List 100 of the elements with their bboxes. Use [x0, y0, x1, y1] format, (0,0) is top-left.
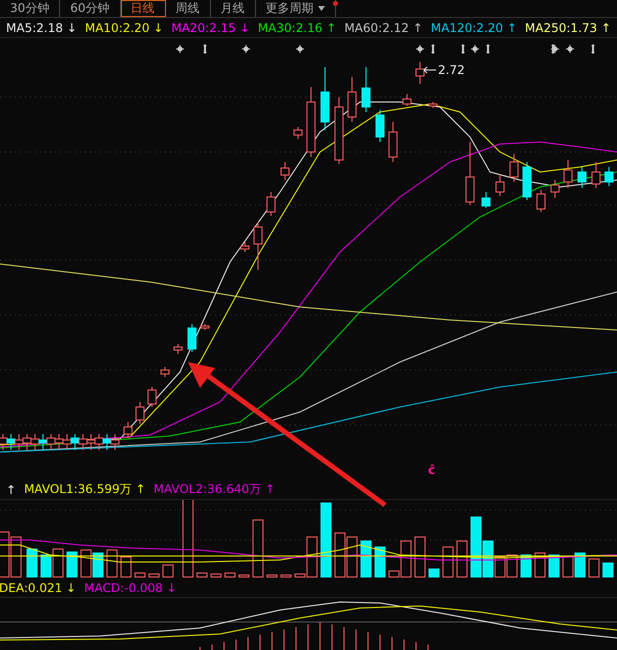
volume-bar	[574, 552, 586, 578]
volume-bar	[148, 574, 160, 578]
candlestick	[102, 434, 112, 450]
candlestick	[148, 386, 156, 408]
candlestick	[510, 154, 518, 182]
candlestick	[578, 166, 586, 188]
candlestick	[320, 66, 330, 130]
volume-bar	[196, 572, 208, 578]
ma-legend-item: MA10:2.20 ↓	[84, 20, 164, 34]
ma-legend-item: MA60:2.12 ↑	[344, 20, 423, 34]
candlestick	[86, 434, 96, 450]
updown-arrow-icon	[486, 44, 490, 54]
volume-bar	[52, 548, 64, 578]
volume-bar	[238, 574, 250, 578]
volume-bar	[92, 552, 104, 578]
candlestick	[70, 434, 80, 450]
volume-bar	[210, 574, 222, 578]
candlestick	[280, 162, 290, 180]
asterisk-icon	[176, 44, 184, 54]
candlestick	[78, 434, 88, 450]
volume-legend-item: MAVOL1:36.599万 ↑	[24, 481, 146, 498]
candlestick	[174, 344, 182, 354]
candlestick	[564, 160, 572, 188]
candlestick	[402, 94, 412, 106]
volume-bar	[80, 550, 92, 578]
volume-legend-item: MAVOL2:36.640万 ↑	[154, 481, 276, 498]
volume-bar	[428, 568, 440, 578]
candlestick	[306, 86, 316, 158]
candlestick	[254, 222, 262, 270]
volume-bar	[374, 546, 386, 578]
candlestick	[266, 192, 276, 216]
candlestick	[62, 434, 72, 450]
macd-legend-item: MACD:-0.008 ↓	[84, 580, 177, 594]
candlestick	[22, 434, 32, 450]
candlestick	[240, 242, 250, 252]
candlestick	[54, 434, 64, 450]
macd-legend-item: DEA:0.021 ↓	[0, 580, 76, 594]
period-tab[interactable]: 日线	[120, 0, 166, 17]
updown-arrow-icon	[431, 44, 435, 54]
candlestick	[38, 434, 48, 450]
ma-legend-item: MA250:1.73 ↑	[524, 20, 612, 34]
asterisk-icon	[296, 44, 304, 54]
volume-bar	[10, 536, 22, 578]
candlestick	[200, 324, 210, 330]
updown-arrow-icon	[591, 44, 595, 54]
ma-legend-item: MA5:2.18 ↓	[6, 20, 77, 34]
left-arrow-icon	[424, 66, 436, 74]
candlestick	[376, 110, 384, 142]
volume-bar	[334, 532, 346, 578]
volume-bar	[120, 556, 132, 578]
candlestick	[110, 434, 120, 450]
ma-legend-item: MA30:2.16 ↑	[258, 20, 336, 34]
updown-arrow-icon	[203, 44, 207, 54]
asterisk-icon	[566, 44, 574, 54]
candlestick	[550, 180, 560, 198]
candlestick	[522, 162, 532, 200]
volume-bar	[252, 520, 264, 578]
volume-bar	[562, 556, 574, 578]
price-label: 2.72	[438, 63, 465, 77]
volume-bar	[106, 550, 118, 578]
candlestick	[388, 122, 398, 162]
asterisk-icon	[242, 44, 250, 54]
candlestick	[136, 402, 144, 424]
volume-bar	[548, 554, 560, 578]
candlestick	[348, 76, 356, 122]
candlestick	[536, 190, 546, 212]
candlestick	[14, 434, 24, 450]
updown-arrow-icon	[551, 44, 555, 54]
volume-bar	[588, 558, 600, 578]
candlestick	[124, 422, 132, 438]
candlestick	[188, 324, 196, 352]
volume-bar	[414, 536, 426, 578]
candlestick	[294, 126, 302, 140]
candlestick	[482, 192, 490, 208]
volume-bar	[266, 574, 278, 578]
volume-bar	[162, 564, 174, 578]
updown-arrow-icon	[461, 44, 465, 54]
volume-bar	[456, 540, 468, 578]
volume-bar	[442, 546, 454, 578]
volume-bar	[26, 548, 38, 578]
candlestick	[46, 434, 56, 450]
volume-bar	[360, 540, 372, 578]
candlestick	[604, 166, 614, 186]
asterisk-icon	[470, 44, 480, 54]
volume-bar	[40, 554, 52, 578]
candlestick	[30, 434, 40, 450]
candlestick	[334, 96, 344, 164]
volume-bar	[346, 536, 358, 578]
candlestick	[592, 162, 600, 188]
candlestick	[466, 142, 474, 206]
ma-legend-item: MA20:2.15 ↓	[171, 20, 250, 34]
chart-marker: ĉ	[428, 463, 436, 477]
volume-bar	[280, 574, 292, 578]
volume-bar	[66, 552, 78, 578]
volume-bar	[224, 572, 236, 578]
candlestick	[496, 174, 504, 196]
asterisk-icon	[416, 44, 424, 54]
candlestick	[94, 434, 104, 450]
candlestick	[362, 66, 370, 112]
volume-bar	[602, 562, 614, 578]
